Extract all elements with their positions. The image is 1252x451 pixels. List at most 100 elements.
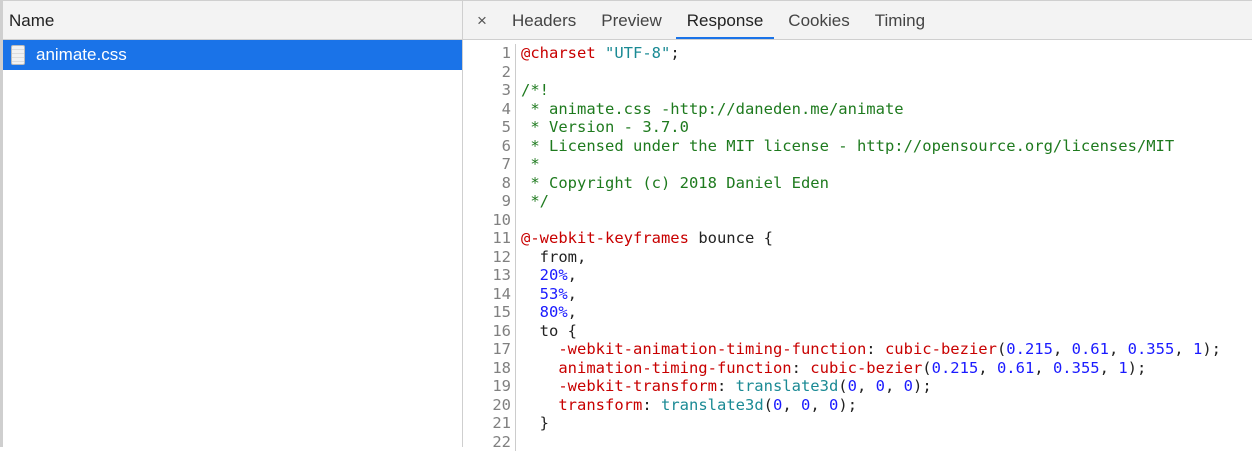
code-line: 10 [463,211,1252,230]
line-number: 4 [463,100,516,119]
tab-bar: × Headers Preview Response Cookies Timin… [463,0,1252,40]
line-number: 19 [463,377,516,396]
code-token: , [978,359,997,378]
code-token: -webkit-transform [558,377,717,396]
code-token: 0.355 [1128,340,1175,359]
code-token: 53% [540,285,568,304]
code-token: : [866,340,885,359]
code-line: 13 20%, [463,266,1252,285]
code-token: 0.215 [932,359,979,378]
code-token [521,359,558,378]
close-icon[interactable]: × [463,1,501,39]
code-token [521,340,558,359]
code-token: , [1053,340,1072,359]
code-token: , [1100,359,1119,378]
code-line: 12 from, [463,248,1252,267]
request-list-panel: Name animate.css [0,0,463,447]
request-row-animate-css[interactable]: animate.css [3,40,462,70]
code-token: , [810,396,829,415]
code-token: 1 [1193,340,1202,359]
code-line: 4 * animate.css -http://daneden.me/anima… [463,100,1252,119]
code-token: 0 [876,377,885,396]
code-line: 6 * Licensed under the MIT license - htt… [463,137,1252,156]
code-token: 0 [773,396,782,415]
line-number: 17 [463,340,516,359]
code-token: * Copyright (c) 2018 Daniel Eden [521,174,829,193]
code-line: 16 to { [463,322,1252,341]
code-token: ); [913,377,932,396]
code-token: ); [838,396,857,415]
code-token: , [568,266,577,285]
code-line: 9 */ [463,192,1252,211]
code-token: -webkit-animation-timing-function [558,340,866,359]
line-number: 10 [463,211,516,230]
code-token: 0 [848,377,857,396]
code-token: 0 [801,396,810,415]
code-line: 11@-webkit-keyframes bounce { [463,229,1252,248]
code-token: , [568,303,577,322]
code-line: 8 * Copyright (c) 2018 Daniel Eden [463,174,1252,193]
code-line: 21 } [463,414,1252,433]
code-line: 18 animation-timing-function: cubic-bezi… [463,359,1252,378]
request-name: animate.css [36,45,127,65]
code-token: * animate.css -http://daneden.me/animate [521,100,904,119]
code-token: * Licensed under the MIT license - http:… [521,137,1174,156]
code-token: : [717,377,736,396]
code-token [521,303,540,322]
line-number: 9 [463,192,516,211]
response-code-viewer[interactable]: 1@charset "UTF-8";23/*!4 * animate.css -… [463,44,1252,451]
line-number: 8 [463,174,516,193]
code-token: } [521,414,549,433]
code-token [596,44,605,63]
code-token: @-webkit-keyframes [521,229,689,248]
code-token: translate3d [736,377,839,396]
code-line: 19 -webkit-transform: translate3d(0, 0, … [463,377,1252,396]
code-token: cubic-bezier [810,359,922,378]
code-token: ( [997,340,1006,359]
code-token: ); [1128,359,1147,378]
code-token: cubic-bezier [885,340,997,359]
code-token: translate3d [661,396,764,415]
code-token: , [1174,340,1193,359]
code-token: 0.215 [1006,340,1053,359]
code-line: 20 transform: translate3d(0, 0, 0); [463,396,1252,415]
tab-cookies[interactable]: Cookies [777,1,860,39]
file-icon [11,45,25,65]
code-line: 17 -webkit-animation-timing-function: cu… [463,340,1252,359]
line-number: 22 [463,433,516,451]
tab-headers[interactable]: Headers [501,1,587,39]
code-line: 14 53%, [463,285,1252,304]
code-token: 0 [829,396,838,415]
response-panel: × Headers Preview Response Cookies Timin… [463,0,1252,447]
line-number: 2 [463,63,516,82]
line-number: 1 [463,44,516,63]
code-token: , [782,396,801,415]
code-token: "UTF-8" [605,44,670,63]
code-token [521,266,540,285]
code-token: bounce { [689,229,773,248]
line-number: 14 [463,285,516,304]
code-token: 1 [1118,359,1127,378]
tab-timing[interactable]: Timing [864,1,936,39]
line-number: 12 [463,248,516,267]
code-line: 22 [463,433,1252,451]
code-token: * [521,155,540,174]
line-number: 21 [463,414,516,433]
tab-preview[interactable]: Preview [590,1,672,39]
code-line: 1@charset "UTF-8"; [463,44,1252,63]
line-number: 20 [463,396,516,415]
code-token [521,396,558,415]
code-line: 15 80%, [463,303,1252,322]
code-token: ( [838,377,847,396]
tab-response[interactable]: Response [676,1,775,39]
code-token: 0 [904,377,913,396]
name-column-header[interactable]: Name [3,0,462,40]
code-token: animation-timing-function [558,359,791,378]
code-token: ; [670,44,679,63]
line-number: 18 [463,359,516,378]
line-number: 15 [463,303,516,322]
line-number: 5 [463,118,516,137]
code-line: 5 * Version - 3.7.0 [463,118,1252,137]
code-token: 0.61 [997,359,1034,378]
code-token: ); [1202,340,1221,359]
